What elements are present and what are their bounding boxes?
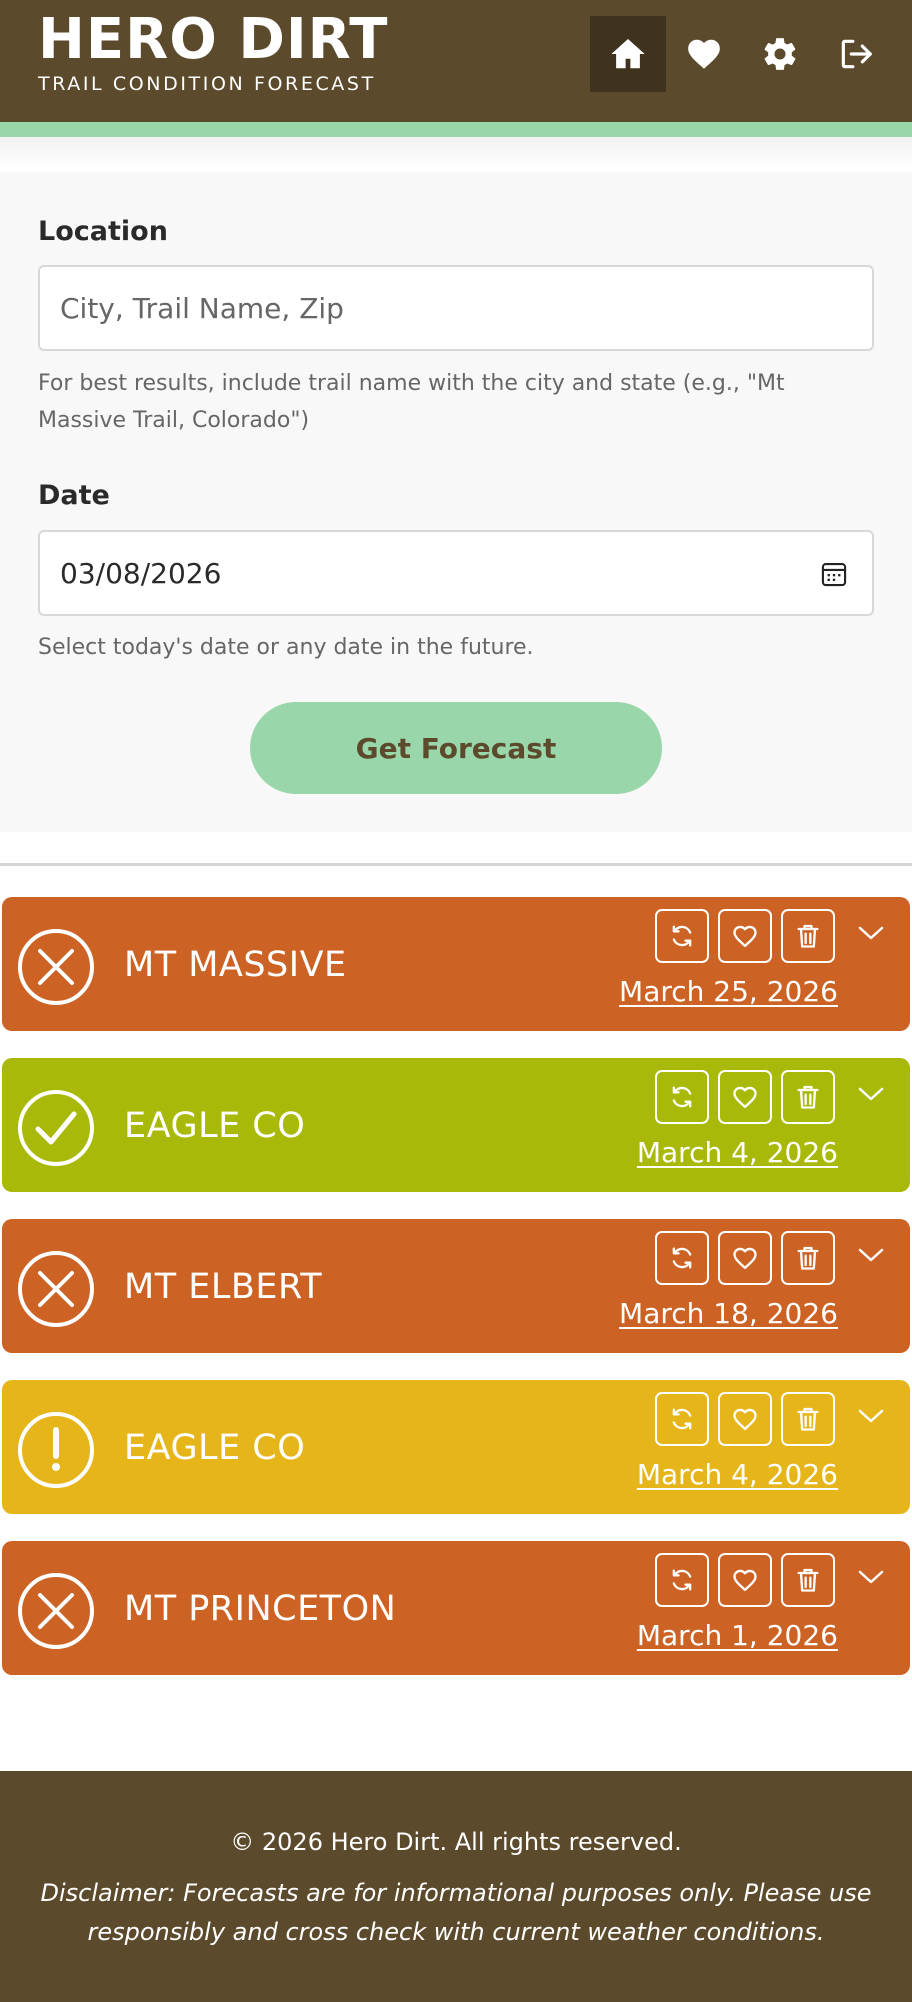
refresh-button[interactable] xyxy=(655,1231,709,1285)
x-circle-icon xyxy=(18,1251,94,1327)
trash-icon xyxy=(797,1085,819,1109)
forecast-card[interactable]: MT MASSIVE March 25, 2026 xyxy=(2,897,910,1031)
disclaimer-text: Disclaimer: Forecasts are for informatio… xyxy=(40,1879,872,1946)
refresh-button[interactable] xyxy=(655,909,709,963)
forecast-date-link[interactable]: March 1, 2026 xyxy=(637,1619,838,1652)
delete-button[interactable] xyxy=(781,1070,835,1124)
home-icon xyxy=(611,38,645,69)
trail-name: MT MASSIVE xyxy=(124,945,347,985)
heart-outline-icon xyxy=(733,1247,757,1270)
copyright-text: © 2026 Hero Dirt. All rights reserved. xyxy=(230,1828,682,1856)
x-circle-icon xyxy=(18,1573,94,1649)
refresh-icon xyxy=(672,1408,692,1430)
forecast-date-link[interactable]: March 25, 2026 xyxy=(619,975,838,1008)
forecast-card[interactable]: EAGLE CO March 4, 2026 xyxy=(2,1380,910,1514)
favorite-button[interactable] xyxy=(718,1553,772,1607)
trail-name: EAGLE CO xyxy=(124,1428,306,1468)
location-label: Location xyxy=(38,216,168,247)
forecast-date-link[interactable]: March 4, 2026 xyxy=(637,1136,838,1169)
date-label: Date xyxy=(38,480,110,511)
refresh-button[interactable] xyxy=(655,1070,709,1124)
favorite-button[interactable] xyxy=(718,1392,772,1446)
refresh-icon xyxy=(672,1247,692,1269)
footer: © 2026 Hero Dirt. All rights reserved. D… xyxy=(0,1771,912,2002)
header-accent-bar xyxy=(0,122,912,137)
refresh-button[interactable] xyxy=(655,1553,709,1607)
location-field-wrapper xyxy=(38,265,874,351)
section-divider xyxy=(0,863,912,866)
location-help-text: For best results, include trail name wit… xyxy=(38,371,785,433)
refresh-icon xyxy=(672,925,692,947)
chevron-down-icon[interactable] xyxy=(856,923,886,943)
date-help-text: Select today's date or any date in the f… xyxy=(38,635,534,660)
heart-outline-icon xyxy=(733,925,757,948)
delete-button[interactable] xyxy=(781,1231,835,1285)
card-actions xyxy=(655,1392,835,1446)
card-actions xyxy=(655,1070,835,1124)
chevron-down-icon[interactable] xyxy=(856,1245,886,1265)
nav-settings-button[interactable] xyxy=(742,16,818,92)
card-actions xyxy=(655,1553,835,1607)
favorite-button[interactable] xyxy=(718,1231,772,1285)
brand-subtitle: TRAIL CONDITION FORECAST xyxy=(38,73,376,95)
chevron-down-icon[interactable] xyxy=(856,1406,886,1426)
forecast-card[interactable]: MT PRINCETON March 1, 2026 xyxy=(2,1541,910,1675)
nav-home-button[interactable] xyxy=(590,16,666,92)
heart-outline-icon xyxy=(733,1569,757,1592)
nav-logout-button[interactable] xyxy=(818,16,894,92)
brand[interactable]: HERO DIRT TRAIL CONDITION FORECAST xyxy=(38,6,388,95)
trash-icon xyxy=(797,1407,819,1431)
nav-favorites-button[interactable] xyxy=(666,16,742,92)
refresh-icon xyxy=(672,1569,692,1591)
card-actions xyxy=(655,1231,835,1285)
forecast-card[interactable]: EAGLE CO March 4, 2026 xyxy=(2,1058,910,1192)
brand-title: HERO DIRT xyxy=(38,7,389,72)
forecast-card[interactable]: MT ELBERT March 18, 2026 xyxy=(2,1219,910,1353)
trash-icon xyxy=(797,1568,819,1592)
trash-icon xyxy=(797,1246,819,1270)
logout-icon xyxy=(841,39,872,69)
card-actions xyxy=(655,909,835,963)
trail-name: MT ELBERT xyxy=(124,1267,323,1307)
forecast-date-link[interactable]: March 4, 2026 xyxy=(637,1458,838,1491)
delete-button[interactable] xyxy=(781,1392,835,1446)
favorite-button[interactable] xyxy=(718,909,772,963)
header-shadow xyxy=(0,137,912,169)
favorite-button[interactable] xyxy=(718,1070,772,1124)
refresh-button[interactable] xyxy=(655,1392,709,1446)
delete-button[interactable] xyxy=(781,1553,835,1607)
heart-outline-icon xyxy=(733,1408,757,1431)
exclamation-circle-icon xyxy=(18,1412,94,1488)
calendar-icon[interactable] xyxy=(820,560,848,588)
check-circle-icon xyxy=(18,1090,94,1166)
trash-icon xyxy=(797,924,819,948)
heart-outline-icon xyxy=(733,1086,757,1109)
delete-button[interactable] xyxy=(781,909,835,963)
date-input[interactable] xyxy=(40,532,872,614)
x-circle-icon xyxy=(18,929,94,1005)
trail-name: MT PRINCETON xyxy=(124,1589,397,1629)
location-input[interactable] xyxy=(40,267,872,349)
app-header: HERO DIRT TRAIL CONDITION FORECAST xyxy=(0,0,912,137)
get-forecast-button[interactable]: Get Forecast xyxy=(250,702,662,794)
gear-icon xyxy=(764,38,796,70)
forecast-date-link[interactable]: March 18, 2026 xyxy=(619,1297,838,1330)
date-field-wrapper xyxy=(38,530,874,616)
heart-icon xyxy=(688,39,720,69)
main-nav xyxy=(590,16,894,92)
trail-name: EAGLE CO xyxy=(124,1106,306,1146)
chevron-down-icon[interactable] xyxy=(856,1567,886,1587)
chevron-down-icon[interactable] xyxy=(856,1084,886,1104)
refresh-icon xyxy=(672,1086,692,1108)
